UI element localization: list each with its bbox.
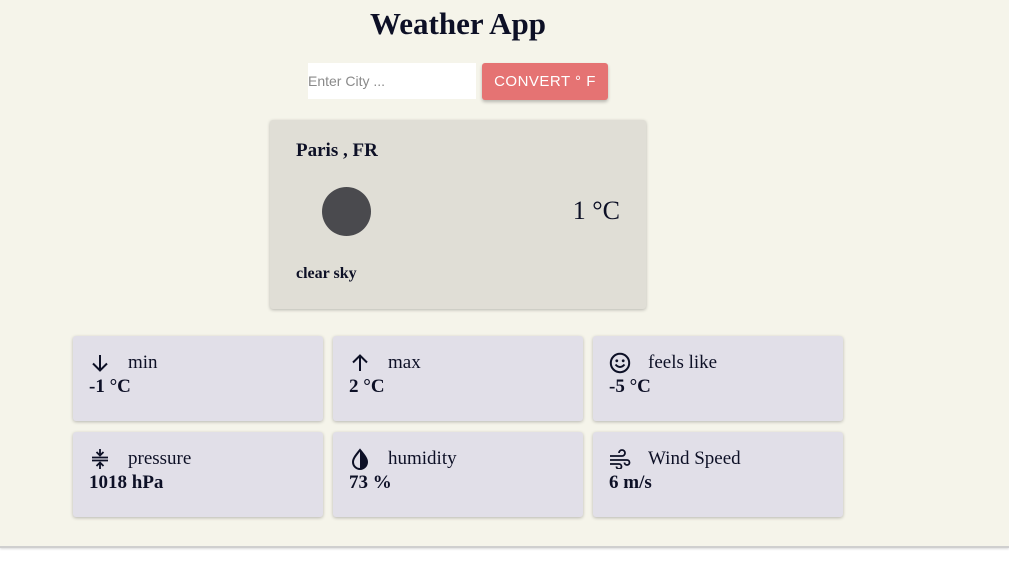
stat-label: max xyxy=(388,352,421,373)
stat-label: humidity xyxy=(388,448,457,469)
stat-value: 73 % xyxy=(349,472,392,493)
stat-card-min: min -1 °C xyxy=(73,336,323,421)
smiley-face-icon xyxy=(609,352,631,374)
stat-card-wind-speed: Wind Speed 6 m/s xyxy=(593,432,843,517)
current-temperature: 1 °C xyxy=(572,196,620,225)
half-drop-icon xyxy=(349,448,371,470)
stat-card-max: max 2 °C xyxy=(333,336,583,421)
stat-card-humidity: humidity 73 % xyxy=(333,432,583,517)
stat-card-feels-like: feels like -5 °C xyxy=(593,336,843,421)
arrow-up-icon xyxy=(349,352,371,374)
stat-label: pressure xyxy=(128,448,192,469)
weather-description: clear sky xyxy=(296,265,357,282)
stat-card-pressure: pressure 1018 hPa xyxy=(73,432,323,517)
app-page: Weather App CONVERT ° F Paris , FR 1 °C … xyxy=(0,0,1009,548)
stat-label: feels like xyxy=(648,352,718,373)
stat-value: 2 °C xyxy=(349,376,385,397)
convert-unit-button[interactable]: CONVERT ° F xyxy=(482,63,608,100)
arrow-down-icon xyxy=(89,352,111,374)
stat-value: 6 m/s xyxy=(609,472,652,493)
stat-value: -5 °C xyxy=(609,376,651,397)
stat-label: min xyxy=(128,352,158,373)
current-weather-card: Paris , FR 1 °C clear sky xyxy=(270,120,646,309)
page-title: Weather App xyxy=(370,6,546,41)
wind-icon xyxy=(609,448,631,470)
stat-label: Wind Speed xyxy=(648,448,741,469)
stat-value: 1018 hPa xyxy=(89,472,164,493)
stat-value: -1 °C xyxy=(89,376,131,397)
city-search-input[interactable] xyxy=(308,63,476,99)
compress-icon xyxy=(89,448,111,470)
weather-condition-icon xyxy=(322,187,371,236)
location-label: Paris , FR xyxy=(296,140,378,161)
